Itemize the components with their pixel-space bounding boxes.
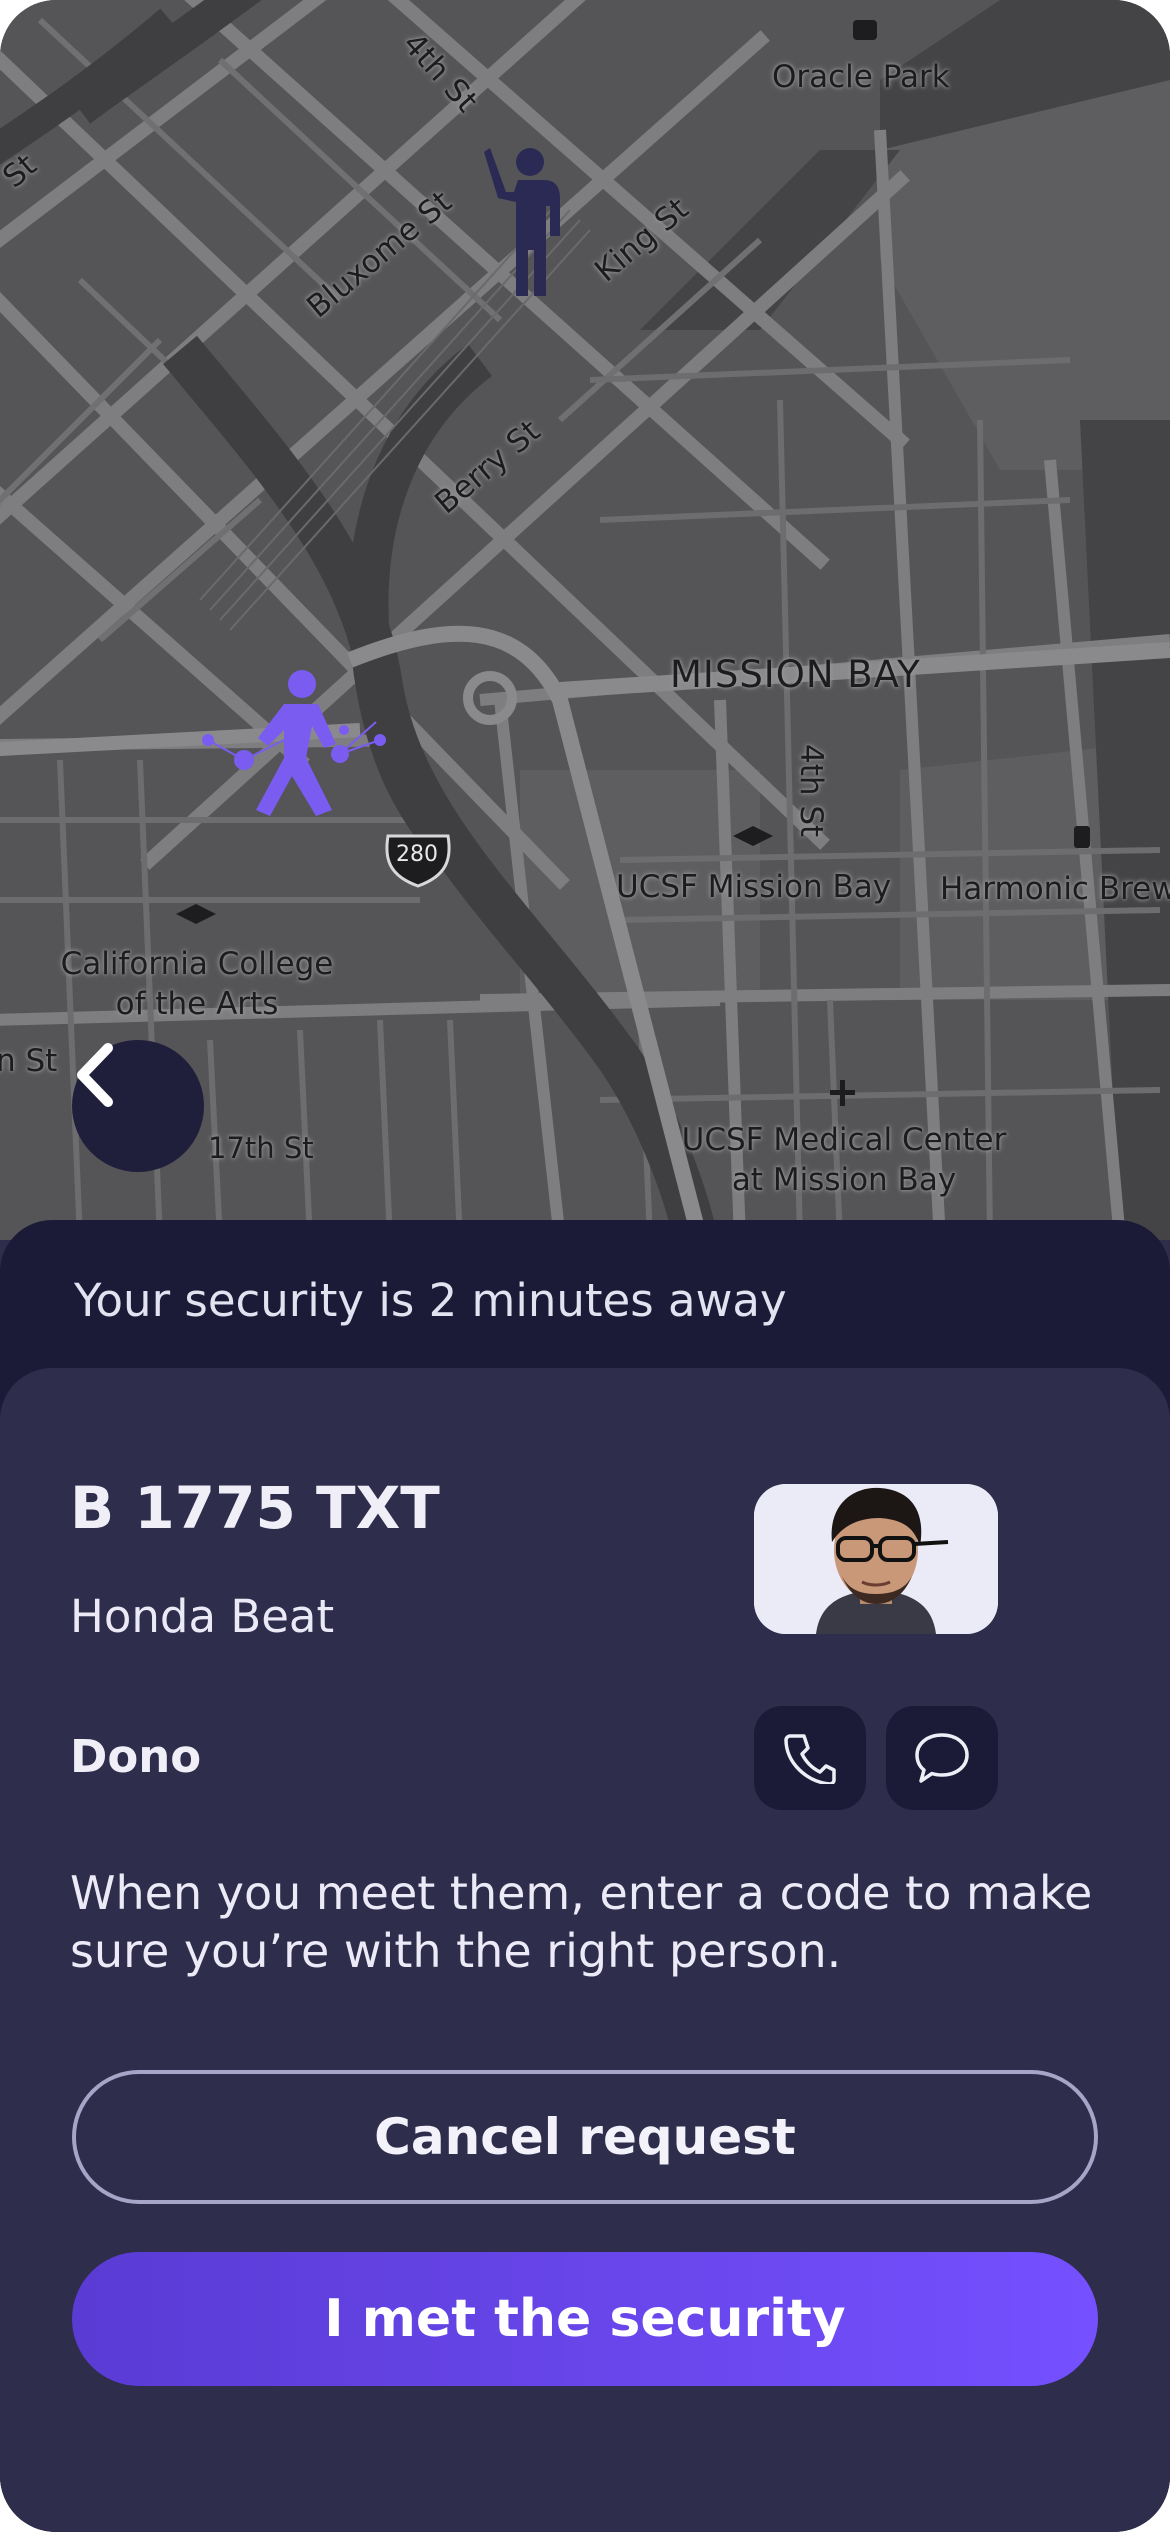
call-button[interactable] bbox=[754, 1706, 866, 1810]
phone-icon bbox=[784, 1734, 836, 1784]
map-label-oracle-park: Oracle Park bbox=[772, 59, 950, 95]
screen: 4th St Oracle Park St Bluxome St King St… bbox=[0, 0, 1170, 2532]
map-label-mission-bay: MISSION BAY bbox=[670, 653, 921, 696]
meeting-instructions: When you meet them, enter a code to make… bbox=[70, 1866, 1093, 1978]
map-label-4th-st-mid: 4th St bbox=[793, 744, 829, 838]
back-button[interactable] bbox=[72, 1040, 204, 1172]
driver-card: B 1775 TXT Honda Beat Dono When you meet… bbox=[0, 1368, 1170, 2532]
met-security-button[interactable]: I met the security bbox=[72, 2252, 1098, 2386]
map-label-california-college: California College of the Arts bbox=[60, 946, 334, 1023]
user-location-icon bbox=[484, 148, 560, 296]
driver-name: Dono bbox=[70, 1730, 202, 1783]
map-label-ucsf-mission-bay: UCSF Mission Bay bbox=[616, 869, 892, 905]
map-label-17th-st: 17th St bbox=[208, 1131, 314, 1165]
map-label-ucsf-medical: UCSF Medical Center at Mission Bay bbox=[681, 1122, 1007, 1199]
message-button[interactable] bbox=[886, 1706, 998, 1810]
chevron-left-icon bbox=[77, 1043, 113, 1107]
map-label-interstate: 280 bbox=[396, 842, 438, 867]
map-label-harmonic-brew: Harmonic Brew bbox=[940, 871, 1170, 907]
bottom-sheet: Your security is 2 minutes away B 1775 T… bbox=[0, 1220, 1170, 2532]
license-plate: B 1775 TXT bbox=[70, 1474, 440, 1542]
map-view[interactable]: 4th St Oracle Park St Bluxome St King St… bbox=[0, 0, 1170, 1240]
map-label-n-st: n St bbox=[0, 1043, 58, 1079]
security-location-icon bbox=[202, 670, 386, 816]
cancel-request-button[interactable]: Cancel request bbox=[72, 2070, 1098, 2204]
driver-photo bbox=[754, 1484, 998, 1634]
eta-status-text: Your security is 2 minutes away bbox=[74, 1274, 787, 1327]
chat-bubble-icon bbox=[915, 1733, 969, 1783]
vehicle-model: Honda Beat bbox=[70, 1590, 335, 1643]
driver-avatar bbox=[754, 1484, 998, 1634]
